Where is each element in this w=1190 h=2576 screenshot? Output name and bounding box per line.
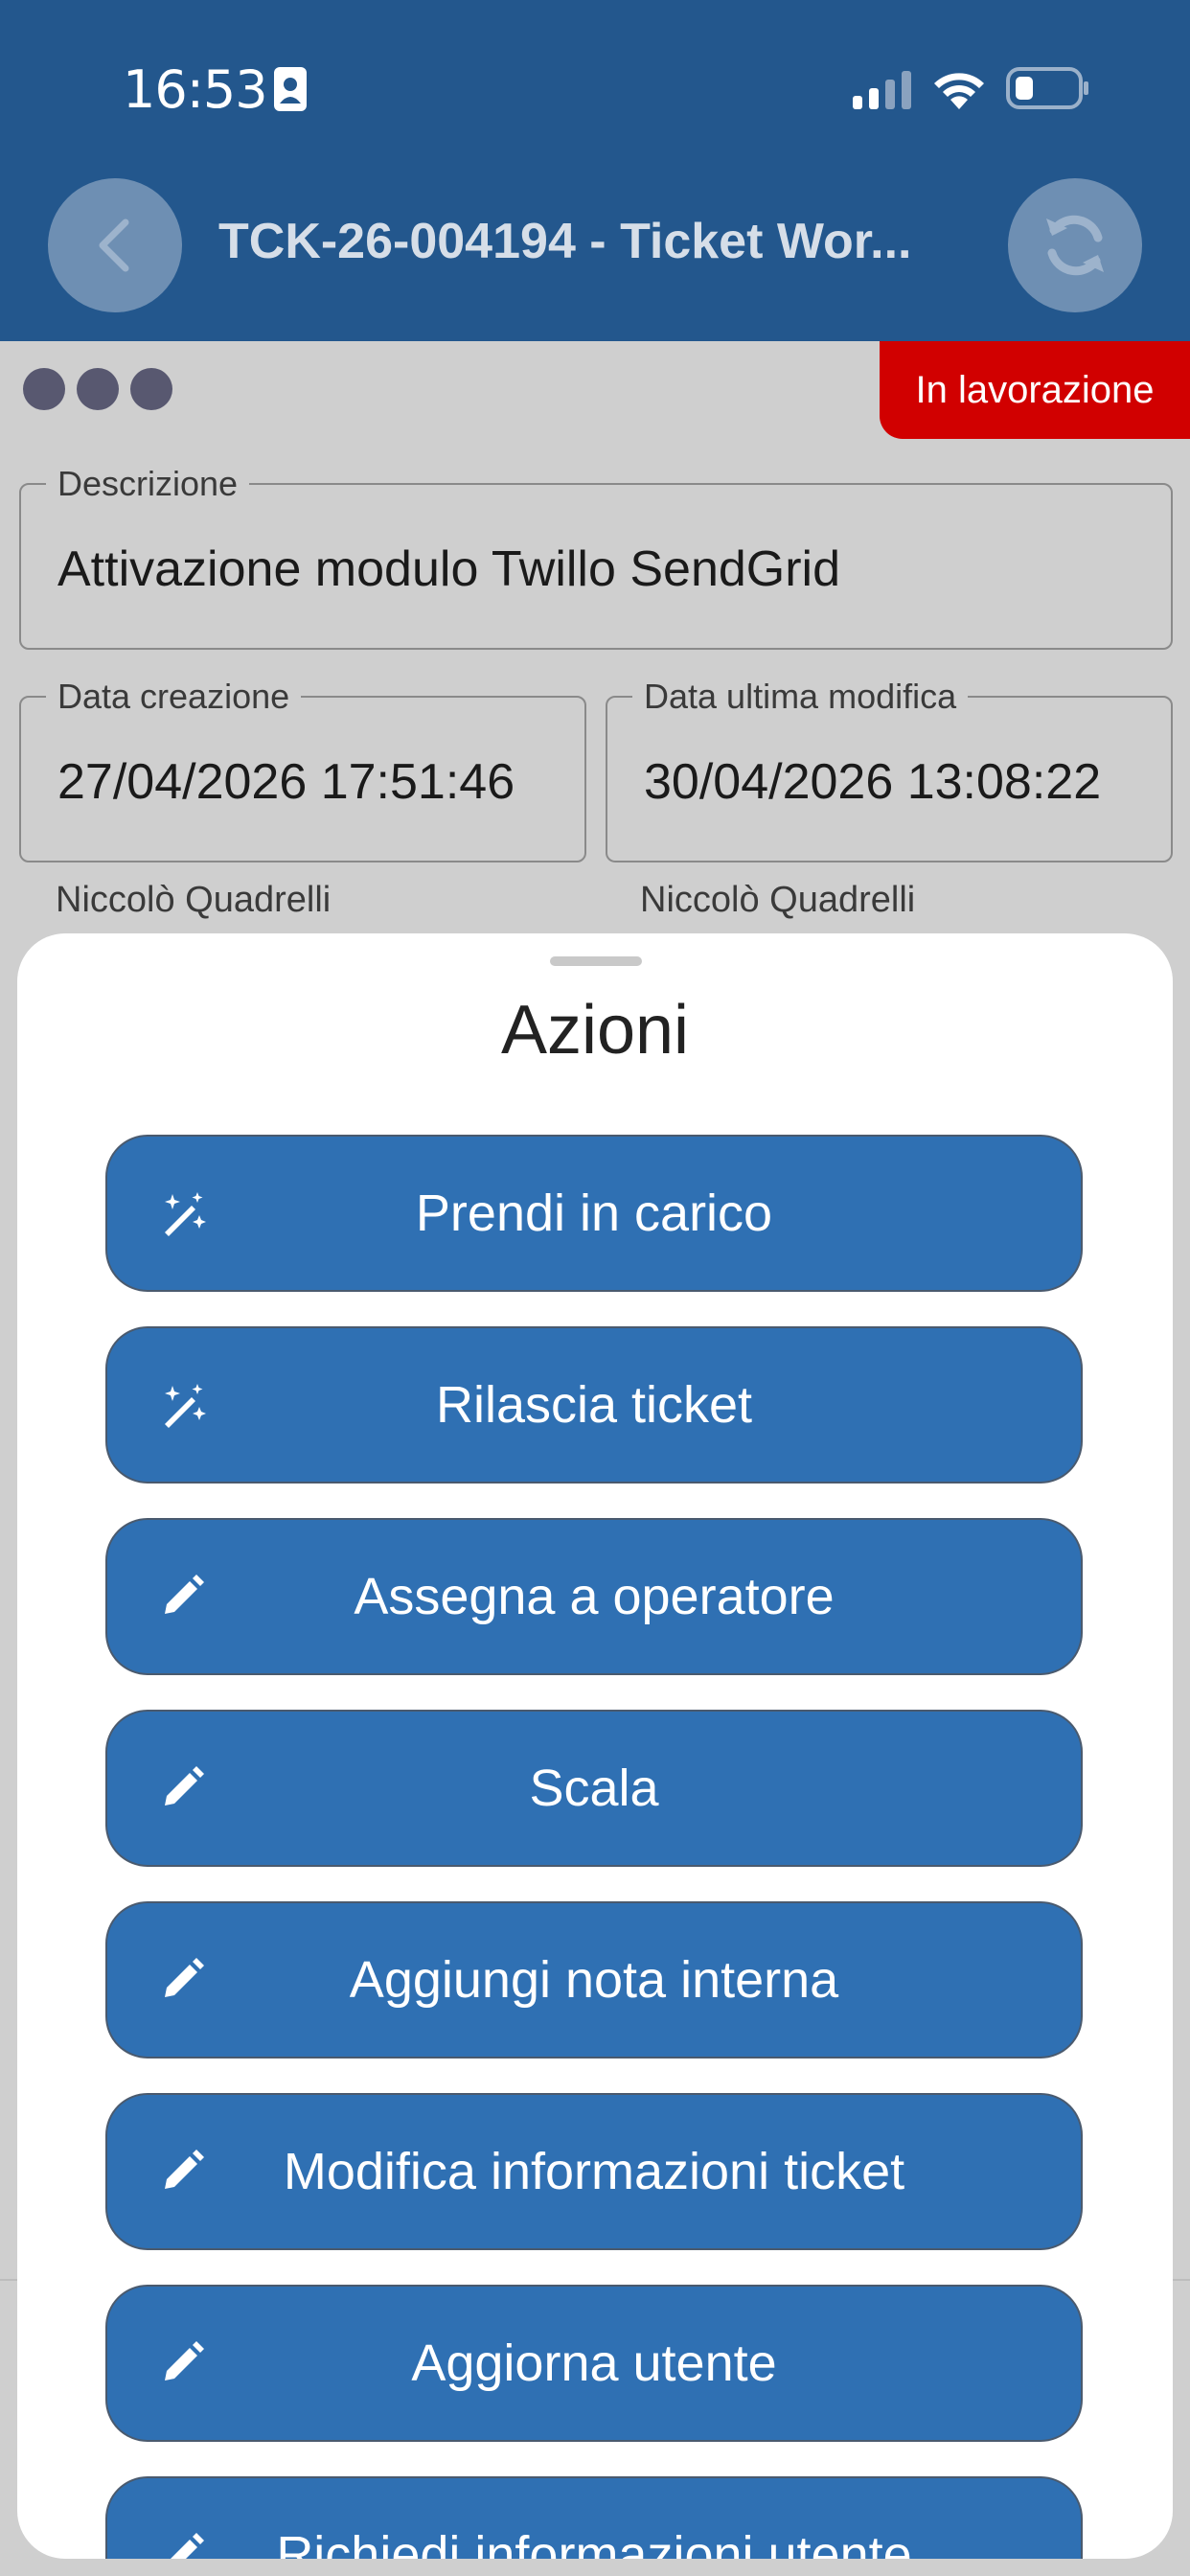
release-ticket-button[interactable]: Rilascia ticket — [105, 1326, 1083, 1484]
update-user-button[interactable]: Aggiorna utente — [105, 2285, 1083, 2442]
sheet-title: Azioni — [500, 992, 690, 1069]
take-charge-button[interactable]: Prendi in carico — [105, 1135, 1083, 1292]
page-title: TCK-26-004194 - Ticket Wor... — [218, 214, 912, 269]
action-label: Rilascia ticket — [435, 1376, 753, 1434]
dot-icon — [23, 368, 65, 410]
actions-sheet: Azioni Prendi in carico Rilascia ticket … — [17, 933, 1173, 2559]
wifi-icon — [934, 73, 984, 109]
action-label: Prendi in carico — [415, 1184, 773, 1242]
created-date-label: Data creazione — [46, 677, 302, 717]
request-user-info-button[interactable]: Richiedi informazioni utente — [105, 2476, 1083, 2559]
edit-ticket-info-button[interactable]: Modifica informazioni ticket — [105, 2093, 1083, 2250]
assign-operator-button[interactable]: Assegna a operatore — [105, 1518, 1083, 1675]
escalate-button[interactable]: Scala — [105, 1710, 1083, 1867]
app-header: 16:53 TCK-26-004194 - Ticket Wor... — [0, 0, 1190, 341]
modified-by: Niccolò Quadrelli — [640, 880, 916, 920]
id-card-icon — [274, 67, 307, 111]
more-options-button[interactable] — [23, 368, 172, 410]
modified-date-value: 30/04/2026 13:08:22 — [644, 754, 1102, 810]
status-time: 16:53 — [123, 59, 268, 120]
sheet-handle[interactable] — [550, 956, 642, 966]
status-badge: In lavorazione — [880, 341, 1190, 439]
add-internal-note-button[interactable]: Aggiungi nota interna — [105, 1901, 1083, 2058]
chevron-left-icon — [99, 218, 129, 272]
back-button[interactable] — [48, 178, 182, 312]
action-label: Modifica informazioni ticket — [283, 2143, 905, 2200]
description-value: Attivazione modulo Twillo SendGrid — [57, 541, 841, 597]
refresh-button[interactable] — [1008, 178, 1142, 312]
action-label: Assegna a operatore — [354, 1568, 835, 1625]
dot-icon — [77, 368, 119, 410]
action-label: Richiedi informazioni utente — [276, 2526, 912, 2559]
created-by: Niccolò Quadrelli — [56, 880, 332, 920]
refresh-icon — [1046, 215, 1104, 276]
battery-icon — [1006, 67, 1088, 109]
created-date-value: 27/04/2026 17:51:46 — [57, 754, 515, 810]
modified-date-field[interactable]: Data ultima modifica 30/04/2026 13:08:22 — [606, 677, 1173, 862]
action-label: Scala — [529, 1760, 659, 1817]
action-label: Aggiorna utente — [411, 2334, 777, 2392]
action-label: Aggiungi nota interna — [349, 1951, 839, 2009]
description-field[interactable]: Descrizione Attivazione modulo Twillo Se… — [19, 464, 1173, 650]
cellular-signal-icon — [853, 71, 911, 109]
dot-icon — [130, 368, 172, 410]
description-label: Descrizione — [46, 464, 250, 504]
modified-date-label: Data ultima modifica — [632, 677, 969, 717]
created-date-field[interactable]: Data creazione 27/04/2026 17:51:46 — [19, 677, 586, 862]
